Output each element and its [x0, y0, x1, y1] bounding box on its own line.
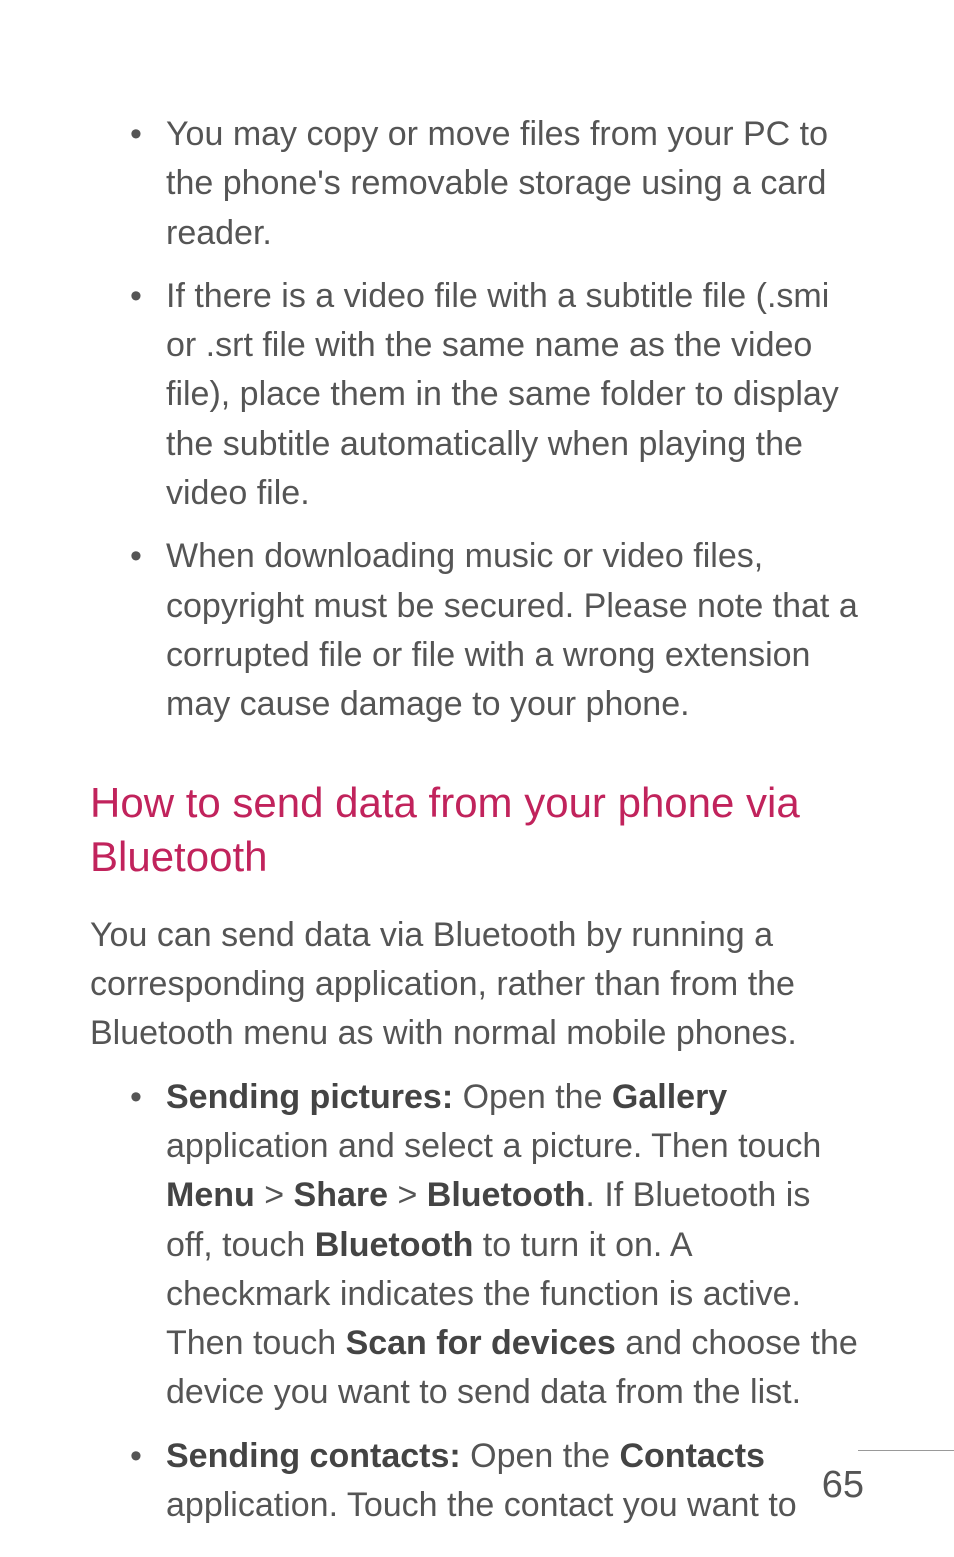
inline-text: >: [388, 1176, 427, 1214]
bottom-bullet-list: Sending pictures: Open the Gallery appli…: [90, 1073, 864, 1531]
inline-text: Open the: [461, 1437, 620, 1475]
list-item: You may copy or move files from your PC …: [130, 110, 864, 258]
inline-bold-term: Scan for devices: [346, 1324, 616, 1362]
bullet-lead-label: Sending pictures:: [166, 1078, 453, 1116]
inline-text: application and select a picture. Then t…: [166, 1127, 821, 1165]
inline-bold-term: Bluetooth: [427, 1176, 586, 1214]
page-number: 65: [822, 1464, 864, 1507]
page-number-divider: [858, 1450, 954, 1451]
inline-text: Open the: [453, 1078, 612, 1116]
inline-bold-term: Contacts: [619, 1437, 764, 1475]
manual-page: You may copy or move files from your PC …: [0, 0, 954, 1557]
list-item-text: When downloading music or video files, c…: [166, 537, 858, 723]
inline-bold-term: Gallery: [612, 1078, 727, 1116]
top-bullet-list: You may copy or move files from your PC …: [90, 110, 864, 730]
bullet-lead-label: Sending contacts:: [166, 1437, 461, 1475]
list-item: Sending pictures: Open the Gallery appli…: [130, 1073, 864, 1418]
list-item-text: You may copy or move files from your PC …: [166, 115, 828, 252]
list-item: If there is a video file with a subtitle…: [130, 272, 864, 518]
section-heading: How to send data from your phone via Blu…: [90, 776, 864, 885]
inline-bold-term: Share: [294, 1176, 389, 1214]
inline-bold-term: Menu: [166, 1176, 255, 1214]
inline-text: >: [255, 1176, 294, 1214]
inline-bold-term: Bluetooth: [315, 1226, 474, 1264]
list-item: Sending contacts: Open the Contacts appl…: [130, 1432, 864, 1531]
list-item-text: If there is a video file with a subtitle…: [166, 277, 839, 512]
list-item: When downloading music or video files, c…: [130, 532, 864, 729]
intro-paragraph: You can send data via Bluetooth by runni…: [90, 911, 864, 1059]
inline-text: application. Touch the contact you want …: [166, 1486, 797, 1524]
